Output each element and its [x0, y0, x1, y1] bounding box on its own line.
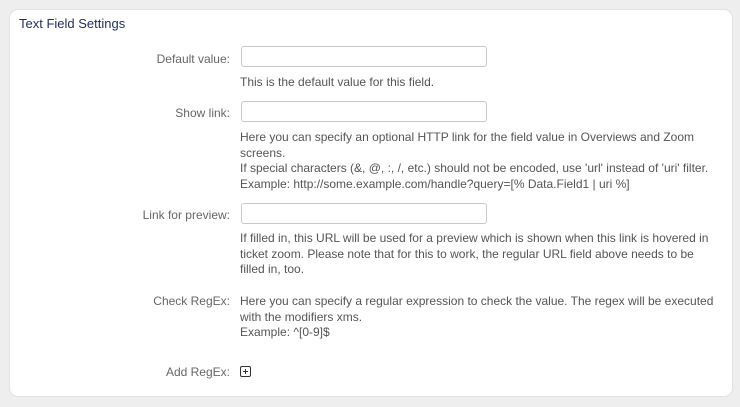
default-value-label: Default value:: [156, 52, 230, 66]
link-preview-help: If filled in, this URL will be used for …: [240, 231, 709, 276]
check-regex-help-line: Example: ^[0-9]$: [240, 325, 330, 339]
show-link-help-line: Here you can specify an optional HTTP li…: [240, 130, 694, 160]
default-value-input[interactable]: [241, 46, 487, 67]
link-preview-label: Link for preview:: [142, 208, 230, 222]
plus-square-icon[interactable]: [240, 366, 251, 377]
link-preview-input[interactable]: [241, 203, 487, 224]
show-link-input[interactable]: [241, 101, 487, 122]
show-link-help-line: Example: http://some.example.com/handle?…: [240, 176, 630, 191]
add-regex-label: Add RegEx:: [165, 365, 230, 379]
check-regex-label: Check RegEx:: [153, 294, 230, 308]
show-link-help-line: If special characters (&, @, :, /, etc.)…: [240, 161, 709, 175]
show-link-help: Here you can specify an optional HTTP li…: [240, 130, 720, 192]
default-value-help: This is the default value for this field…: [240, 75, 435, 89]
section-title: Text Field Settings: [19, 16, 126, 31]
show-link-label: Show link:: [175, 106, 230, 120]
check-regex-help: Here you can specify a regular expressio…: [240, 294, 720, 341]
text-field-settings-panel: Text Field Settings Default value: This …: [10, 10, 732, 396]
check-regex-help-line: Here you can specify a regular expressio…: [240, 294, 714, 324]
